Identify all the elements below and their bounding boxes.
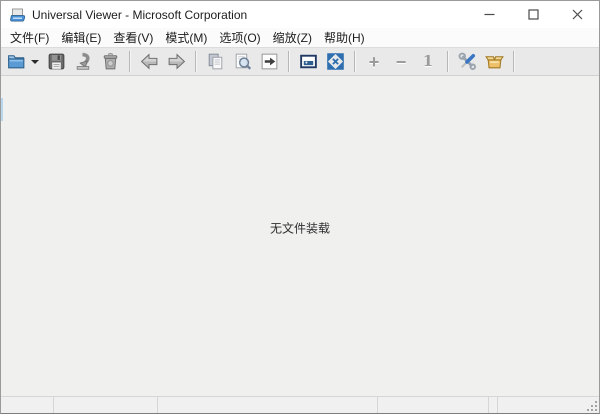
window-title: Universal Viewer - Microsoft Corporation (32, 8, 247, 22)
menu-edit[interactable]: 编辑(E) (55, 27, 107, 48)
menu-mode[interactable]: 模式(M) (159, 27, 213, 48)
close-icon (572, 9, 583, 20)
toolbar-separator (354, 51, 355, 72)
status-panel (378, 397, 489, 413)
status-panel (1, 397, 54, 413)
copy-pages-icon (205, 51, 226, 72)
app-icon (10, 8, 25, 22)
title-bar[interactable]: Universal Viewer - Microsoft Corporation (1, 1, 599, 28)
minimize-icon (484, 9, 495, 20)
arrow-left-icon (139, 51, 160, 72)
reload-icon (73, 51, 94, 72)
menu-view[interactable]: 查看(V) (107, 27, 159, 48)
fullscreen-button[interactable] (322, 49, 348, 74)
goto-button[interactable] (256, 49, 282, 74)
open-button[interactable] (4, 49, 42, 74)
menu-file[interactable]: 文件(F) (4, 27, 55, 48)
plus-icon: + (369, 53, 380, 71)
fullscreen-icon (325, 51, 346, 72)
status-panel (489, 397, 498, 413)
open-folder-icon (6, 51, 27, 72)
status-panel (158, 397, 378, 413)
menu-options[interactable]: 选项(O) (213, 27, 266, 48)
minus-icon: − (396, 53, 407, 71)
delete-button[interactable] (97, 49, 123, 74)
back-button[interactable] (136, 49, 162, 74)
zoom-in-button[interactable]: + (361, 49, 387, 74)
save-floppy-icon (46, 51, 67, 72)
empty-state-message: 无文件装载 (1, 220, 599, 237)
save-button[interactable] (43, 49, 69, 74)
copy-button[interactable] (202, 49, 228, 74)
toolbar-separator (195, 51, 196, 72)
one-icon: 1 (423, 54, 433, 69)
toolbar-separator (513, 51, 514, 72)
image-icon (298, 51, 319, 72)
status-panel (54, 397, 158, 413)
arrow-right-icon (166, 51, 187, 72)
window-controls (467, 1, 599, 28)
toolbar-separator (288, 51, 289, 72)
reload-button[interactable] (70, 49, 96, 74)
tools-icon (457, 51, 478, 72)
search-document-icon (232, 51, 253, 72)
maximize-icon (528, 9, 539, 20)
goto-page-icon (259, 51, 280, 72)
minimize-button[interactable] (467, 1, 511, 28)
status-bar (1, 396, 599, 413)
tools-button[interactable] (454, 49, 480, 74)
menu-zoom[interactable]: 缩放(Z) (267, 27, 318, 48)
menu-help[interactable]: 帮助(H) (318, 27, 371, 48)
forward-button[interactable] (163, 49, 189, 74)
menu-bar: 文件(F) 编辑(E) 查看(V) 模式(M) 选项(O) 缩放(Z) 帮助(H… (1, 28, 599, 47)
actual-size-button[interactable]: 1 (415, 49, 441, 74)
viewer-client-area[interactable]: 无文件装载 (1, 76, 599, 396)
close-button[interactable] (555, 1, 599, 28)
zoom-out-button[interactable]: − (388, 49, 414, 74)
image-view-button[interactable] (295, 49, 321, 74)
plugins-button[interactable] (481, 49, 507, 74)
trash-icon (100, 51, 121, 72)
toolbar-separator (447, 51, 448, 72)
left-edge-highlight (1, 98, 3, 121)
app-window: Universal Viewer - Microsoft Corporation… (0, 0, 600, 414)
find-button[interactable] (229, 49, 255, 74)
open-dropdown-caret[interactable] (31, 60, 39, 64)
maximize-button[interactable] (511, 1, 555, 28)
toolbar-separator (129, 51, 130, 72)
package-icon (484, 51, 505, 72)
resize-grip-icon[interactable] (587, 401, 598, 412)
toolbar: + − 1 (1, 47, 599, 76)
